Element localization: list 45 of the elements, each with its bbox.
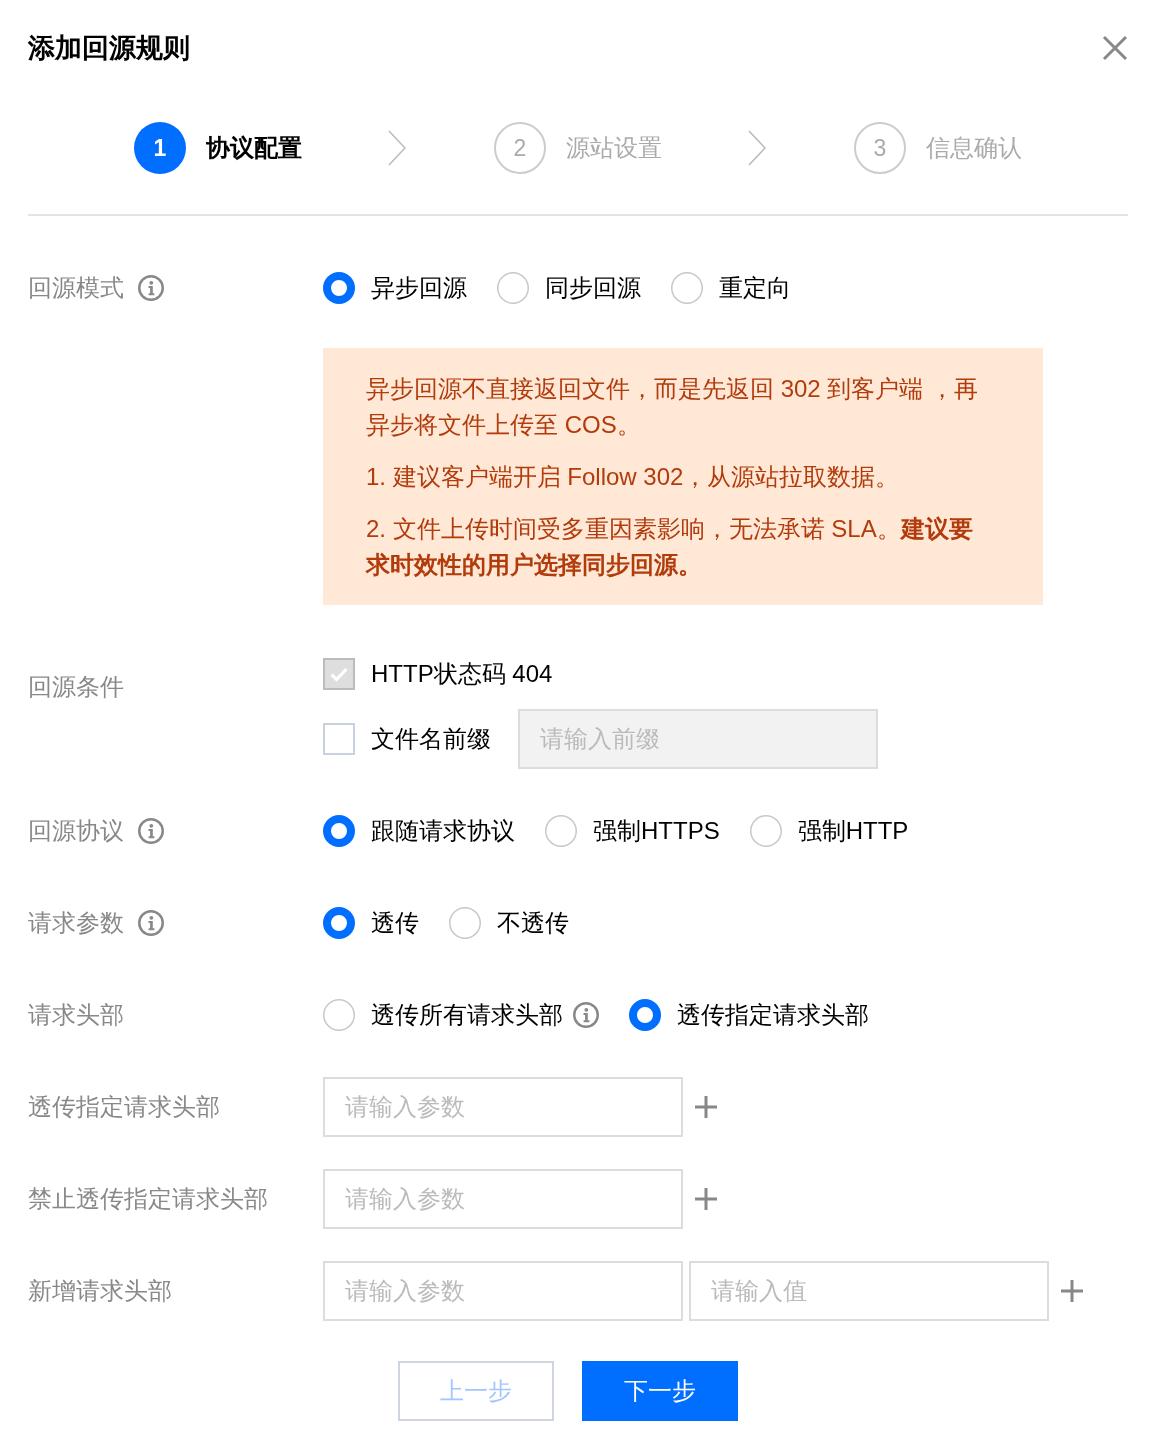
radio-option[interactable]: 透传指定请求头部 — [629, 999, 869, 1031]
input-field[interactable]: 请输入参数 — [323, 1169, 683, 1229]
plus-icon[interactable] — [695, 1188, 717, 1210]
step-label: 信息确认 — [926, 133, 1022, 163]
close-icon — [1102, 35, 1128, 61]
step-number: 3 — [854, 122, 906, 174]
notice-text: 异步回源不直接返回文件，而是先返回 302 到客户端 ，再异步将文件上传至 COS。 — [366, 374, 980, 440]
chevron-right-icon — [388, 130, 406, 166]
notice-text: 1. 建议客户端开启 Follow 302，从源站拉取数据。 — [366, 462, 901, 492]
next-button[interactable]: 下一步 — [582, 1361, 738, 1421]
plus-icon[interactable] — [695, 1096, 717, 1118]
info-icon[interactable] — [573, 1002, 599, 1028]
step-number: 1 — [134, 122, 186, 174]
radio-option[interactable]: 跟随请求协议 — [323, 815, 515, 847]
radio-option[interactable]: 重定向 — [671, 272, 791, 304]
dialog-title: 添加回源规则 — [28, 32, 190, 65]
field-label: 请求参数 — [28, 908, 124, 938]
radio-option[interactable]: 异步回源 — [323, 272, 467, 304]
step-label: 源站设置 — [566, 133, 662, 163]
field-label: 请求头部 — [28, 1000, 124, 1030]
close-button[interactable] — [1102, 35, 1128, 61]
radio-option[interactable]: 同步回源 — [497, 272, 641, 304]
info-icon[interactable] — [138, 275, 164, 301]
input-field[interactable]: 请输入参数 — [323, 1077, 683, 1137]
chevron-right-icon — [748, 130, 766, 166]
field-label: 回源模式 — [28, 273, 124, 303]
step-label: 协议配置 — [206, 133, 302, 163]
field-label: 回源协议 — [28, 816, 124, 846]
plus-icon[interactable] — [1061, 1280, 1083, 1302]
notice-text: 2. 文件上传时间受多重因素影响，无法承诺 SLA。建议要求时效性的用户选择同步回源。 — [366, 514, 974, 580]
step-number: 2 — [494, 122, 546, 174]
info-icon[interactable] — [138, 818, 164, 844]
input-field[interactable]: 请输入值 — [689, 1261, 1049, 1321]
radio-option[interactable]: 不透传 — [449, 907, 569, 939]
field-label: 新增请求头部 — [28, 1276, 172, 1306]
radio-option[interactable]: 透传 — [323, 907, 419, 939]
radio-option[interactable]: 透传所有请求头部 — [323, 999, 563, 1031]
input-field[interactable]: 请输入参数 — [323, 1261, 683, 1321]
info-icon[interactable] — [138, 910, 164, 936]
field-label: 禁止透传指定请求头部 — [28, 1184, 268, 1214]
checkbox-option[interactable]: 文件名前缀 — [323, 723, 491, 755]
field-label: 透传指定请求头部 — [28, 1092, 220, 1122]
radio-option[interactable]: 强制HTTPS — [545, 815, 720, 847]
field-label: 回源条件 — [28, 672, 124, 702]
radio-option[interactable]: 强制HTTP — [749, 815, 909, 847]
